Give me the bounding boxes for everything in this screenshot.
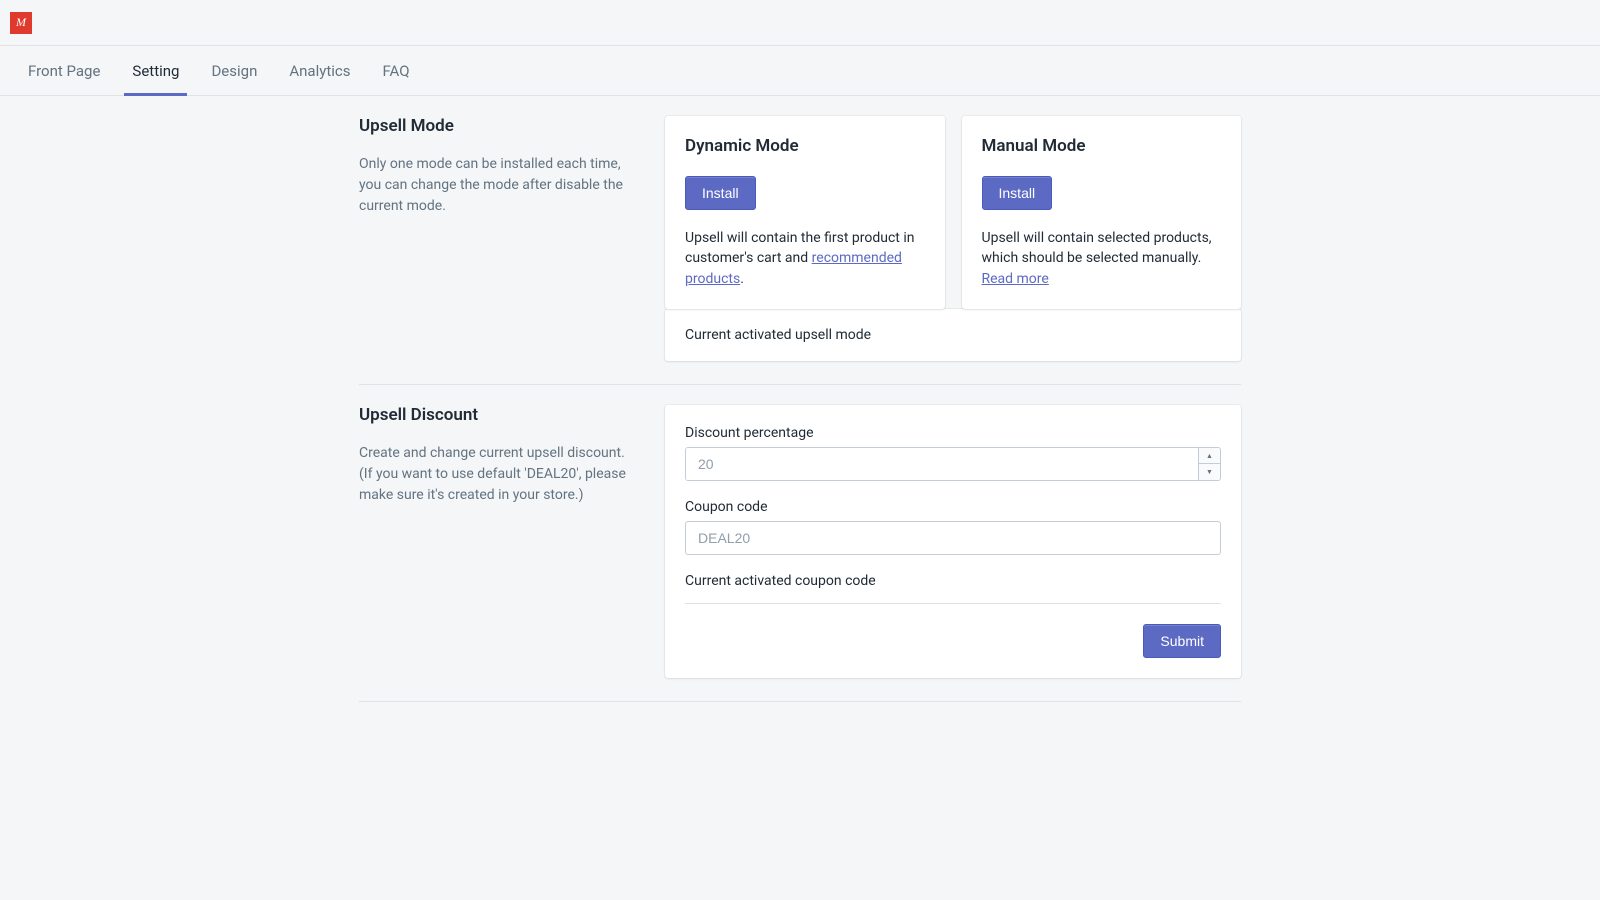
nav-tab-analytics[interactable]: Analytics [273,46,366,95]
manual-mode-card: Manual Mode Install Upsell will contain … [962,116,1242,309]
upsell-mode-description: Only one mode can be installed each time… [359,154,637,217]
nav-tab-design[interactable]: Design [195,46,273,95]
app-header: M [0,0,1600,46]
discount-form-card: Discount percentage ▲ ▼ Coupon code Curr… [665,405,1241,678]
active-coupon-status: Current activated coupon code [685,573,1221,604]
dynamic-mode-title: Dynamic Mode [685,136,925,156]
dynamic-install-button[interactable]: Install [685,176,756,210]
submit-button[interactable]: Submit [1143,624,1221,658]
manual-mode-description: Upsell will contain selected products, w… [982,228,1222,289]
section-upsell-mode: Upsell Mode Only one mode can be install… [359,116,1241,385]
dynamic-mode-card: Dynamic Mode Install Upsell will contain… [665,116,945,309]
upsell-discount-title: Upsell Discount [359,405,637,425]
nav-tab-front-page[interactable]: Front Page [12,46,116,95]
percentage-label: Discount percentage [685,425,1221,441]
spinner-up-icon[interactable]: ▲ [1199,448,1220,465]
percentage-input[interactable] [686,448,1198,480]
dynamic-mode-description: Upsell will contain the first product in… [685,228,925,289]
upsell-mode-title: Upsell Mode [359,116,637,136]
read-more-link[interactable]: Read more [982,271,1049,287]
active-mode-status: Current activated upsell mode [665,309,1241,361]
coupon-input[interactable] [685,521,1221,555]
section-upsell-discount: Upsell Discount Create and change curren… [359,405,1241,702]
manual-install-button[interactable]: Install [982,176,1053,210]
percentage-input-wrap: ▲ ▼ [685,447,1221,481]
nav-tab-setting[interactable]: Setting [116,46,195,95]
main-nav: Front Page Setting Design Analytics FAQ [0,46,1600,96]
percentage-spinner: ▲ ▼ [1198,448,1220,480]
coupon-label: Coupon code [685,499,1221,515]
spinner-down-icon[interactable]: ▼ [1199,464,1220,480]
manual-mode-title: Manual Mode [982,136,1222,156]
upsell-discount-description: Create and change current upsell discoun… [359,443,637,506]
nav-tab-faq[interactable]: FAQ [366,46,425,95]
app-logo-icon: M [10,12,32,34]
